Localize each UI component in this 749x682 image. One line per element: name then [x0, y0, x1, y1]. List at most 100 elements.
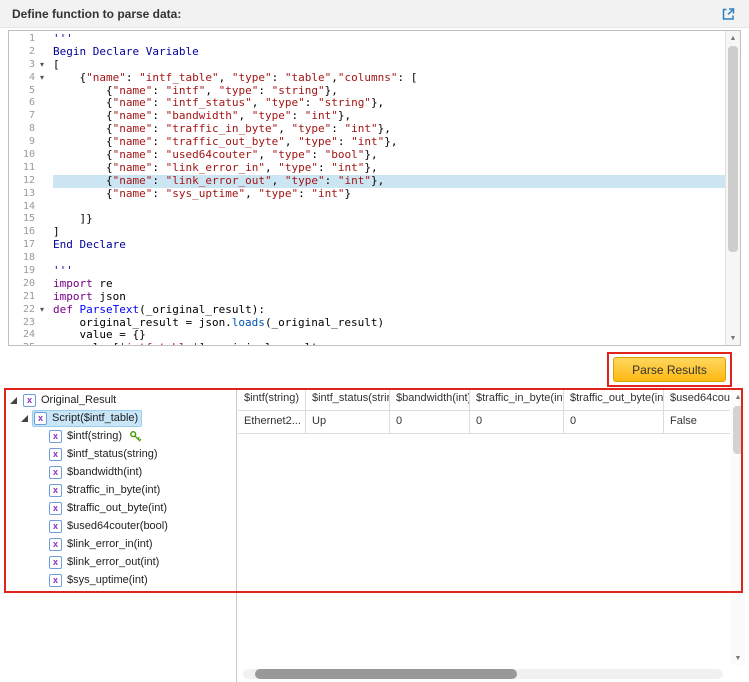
variable-icon: x	[49, 430, 62, 443]
line-number: 7	[9, 110, 53, 123]
line-number: 6	[9, 97, 53, 110]
table-horizontal-scrollbar[interactable]	[243, 669, 723, 679]
column-header[interactable]: $traffic_in_byte(int)	[470, 388, 564, 410]
fold-toggle-icon[interactable]: ▾	[35, 72, 49, 85]
code-line[interactable]	[53, 252, 725, 265]
tree-item[interactable]: x Script($intf_table)	[4, 409, 236, 427]
parse-button-annotation-box: Parse Results	[607, 352, 732, 387]
line-number: 4▾	[9, 72, 53, 85]
line-number: 5	[9, 85, 53, 98]
result-tree[interactable]: xOriginal_ResultxScript($intf_table)x$in…	[4, 388, 237, 682]
variable-icon: x	[49, 448, 62, 461]
fold-gutter	[35, 239, 49, 252]
tree-expanded-icon[interactable]	[21, 415, 28, 422]
tree-item[interactable]: x$used64couter(bool)	[4, 517, 236, 535]
line-number: 23	[9, 317, 53, 330]
variable-icon: x	[49, 538, 62, 551]
fold-gutter	[35, 175, 49, 188]
editor-vertical-scrollbar[interactable]: ▲ ▼	[725, 31, 740, 345]
tree-item[interactable]: x$bandwidth(int)	[4, 463, 236, 481]
line-number: 25	[9, 342, 53, 345]
fold-gutter	[35, 110, 49, 123]
fold-gutter	[35, 342, 49, 345]
line-number: 21	[9, 291, 53, 304]
fold-gutter	[35, 162, 49, 175]
header-bar: Define function to parse data:	[0, 0, 749, 28]
line-number: 22▾	[9, 304, 53, 317]
page-title: Define function to parse data:	[12, 7, 181, 21]
code-line[interactable]: End Declare	[53, 239, 725, 252]
tree-item[interactable]: x$link_error_out(int)	[4, 553, 236, 571]
scrollbar-thumb[interactable]	[733, 406, 743, 454]
code-line[interactable]	[53, 201, 725, 214]
column-header[interactable]: $traffic_out_byte(int)	[564, 388, 664, 410]
scrollbar-thumb[interactable]	[255, 669, 517, 679]
tree-item-label: $link_error_out(int)	[67, 556, 159, 568]
table-cell[interactable]: Up	[306, 411, 390, 433]
tree-item[interactable]: x$sys_uptime(int)	[4, 571, 236, 589]
tree-expanded-icon[interactable]	[10, 397, 17, 404]
tree-item-label: Script($intf_table)	[52, 412, 138, 424]
code-editor[interactable]: 123▾4▾5678910111213141516171819202122▾23…	[8, 30, 741, 346]
code-line[interactable]: ]	[53, 226, 725, 239]
fold-gutter	[35, 188, 49, 201]
scrollbar-track[interactable]	[731, 404, 745, 651]
scroll-up-icon[interactable]: ▲	[726, 31, 740, 45]
variable-icon: x	[34, 412, 47, 425]
table-cell[interactable]: Ethernet2...	[238, 411, 306, 433]
tree-item[interactable]: x$traffic_out_byte(int)	[4, 499, 236, 517]
fold-gutter	[35, 46, 49, 59]
table-cell[interactable]: 0	[564, 411, 664, 433]
scroll-up-icon[interactable]: ▲	[731, 390, 745, 404]
column-header[interactable]: $bandwidth(int)	[390, 388, 470, 410]
results-panel: xOriginal_ResultxScript($intf_table)x$in…	[4, 388, 745, 682]
code-line[interactable]: '''	[53, 265, 725, 278]
line-number: 20	[9, 278, 53, 291]
table-cell[interactable]: 0	[470, 411, 564, 433]
tree-item[interactable]: xOriginal_Result	[4, 391, 236, 409]
fold-toggle-icon[interactable]: ▾	[35, 304, 49, 317]
tree-item-label: Original_Result	[41, 394, 116, 406]
fold-gutter	[35, 85, 49, 98]
tree-item-label: $traffic_in_byte(int)	[67, 484, 160, 496]
tree-item[interactable]: x$intf_status(string)	[4, 445, 236, 463]
tree-item-label: $bandwidth(int)	[67, 466, 142, 478]
code-line[interactable]: import re	[53, 278, 725, 291]
scrollbar-track[interactable]	[726, 45, 740, 331]
line-number: 8	[9, 123, 53, 136]
fold-gutter	[35, 97, 49, 110]
table-row[interactable]: Ethernet2...Up000False	[238, 411, 730, 434]
editor-gutter: 123▾4▾5678910111213141516171819202122▾23…	[9, 31, 53, 345]
table-vertical-scrollbar[interactable]: ▲ ▼	[731, 390, 745, 665]
tree-item[interactable]: x $link_error_in(int)	[4, 535, 236, 553]
tree-item-label: $used64couter(bool)	[67, 520, 168, 532]
scroll-down-icon[interactable]: ▼	[731, 651, 745, 665]
column-header[interactable]: $intf_status(string)	[306, 388, 390, 410]
code-line[interactable]: ]}	[53, 213, 725, 226]
line-number: 2	[9, 46, 53, 59]
line-number: 11	[9, 162, 53, 175]
tree-item[interactable]: x$intf(string)	[4, 427, 236, 445]
code-line[interactable]: Begin Declare Variable	[53, 46, 725, 59]
scrollbar-thumb[interactable]	[728, 46, 738, 252]
tree-item-label: $link_error_in(int)	[67, 538, 153, 550]
tree-item[interactable]: x$traffic_in_byte(int)	[4, 481, 236, 499]
fold-gutter	[35, 317, 49, 330]
scroll-down-icon[interactable]: ▼	[726, 331, 740, 345]
open-in-new-window-icon[interactable]	[720, 6, 736, 22]
code-line[interactable]: value['intf_table']= original_result	[53, 342, 725, 345]
fold-toggle-icon[interactable]: ▾	[35, 59, 49, 72]
table-cell[interactable]: 0	[390, 411, 470, 433]
result-table[interactable]: $intf(string)$intf_status(string)$bandwi…	[238, 388, 730, 434]
line-number: 18	[9, 252, 53, 265]
table-cell[interactable]: False	[664, 411, 730, 433]
fold-gutter	[35, 33, 49, 46]
code-line[interactable]: original_result = json.loads(_original_r…	[53, 317, 725, 330]
code-line[interactable]: {"name": "sys_uptime", "type": "int"}	[53, 188, 725, 201]
parse-results-button[interactable]: Parse Results	[613, 357, 726, 382]
line-number: 9	[9, 136, 53, 149]
column-header[interactable]: $intf(string)	[238, 388, 306, 410]
column-header[interactable]: $used64cou	[664, 388, 730, 410]
editor-code-area[interactable]: '''Begin Declare Variable[ {"name": "int…	[53, 31, 725, 345]
line-number: 15	[9, 213, 53, 226]
